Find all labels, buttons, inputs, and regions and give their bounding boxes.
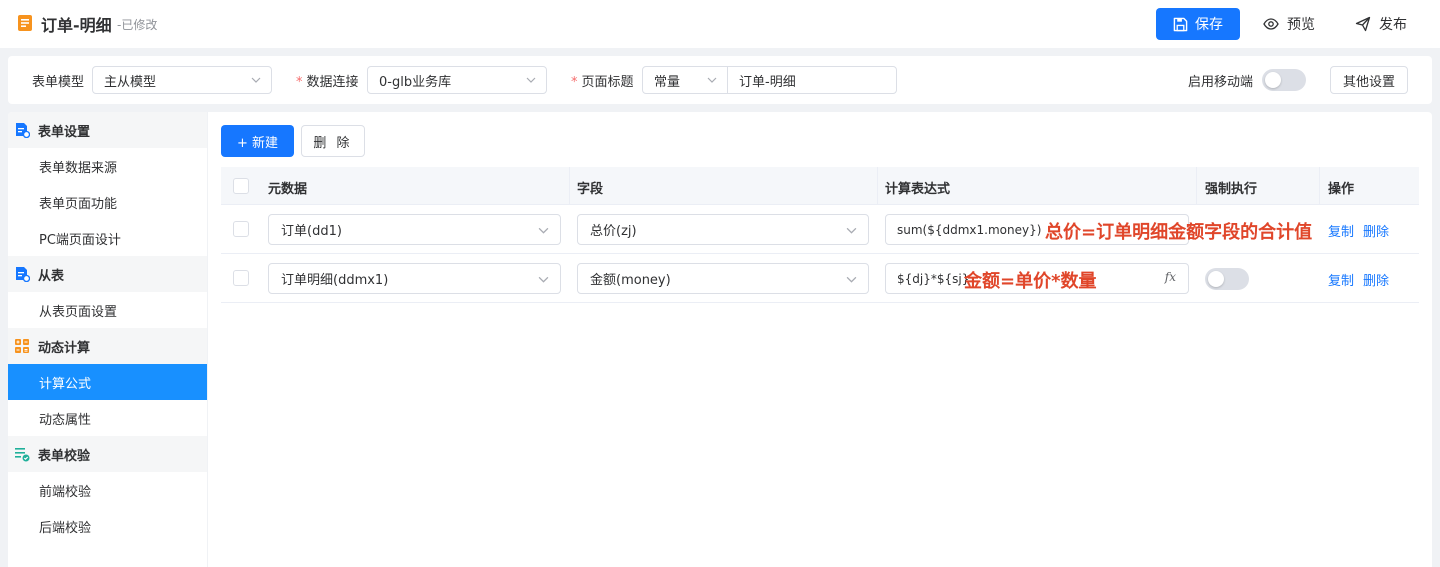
copy-link[interactable]: 复制 xyxy=(1328,221,1354,240)
preview-button[interactable]: 预览 xyxy=(1263,8,1315,40)
form-settings-icon xyxy=(16,123,30,138)
toggle-knob xyxy=(1208,271,1224,287)
page-title: 订单-明细 xyxy=(41,16,112,35)
column-divider xyxy=(877,167,878,205)
chevron-down-icon xyxy=(538,276,549,283)
eye-icon xyxy=(1263,18,1279,30)
sidebar-group-sub-table: 从表 xyxy=(8,256,207,292)
save-icon xyxy=(1173,17,1188,31)
column-divider xyxy=(1196,167,1197,205)
copy-link[interactable]: 复制 xyxy=(1328,270,1354,289)
chevron-down-icon xyxy=(707,77,717,83)
sidebar-item-form-page-function[interactable]: 表单页面功能 xyxy=(8,184,207,220)
delete-button[interactable]: 删 除 xyxy=(301,125,365,157)
annotation-text: 金额=单价*数量 xyxy=(964,271,1097,292)
sidebar-group-form-settings: 表单设置 xyxy=(8,112,207,148)
sidebar-group-dynamic-calc: 动态计算 xyxy=(8,328,207,364)
sidebar-group-label: 从表 xyxy=(38,268,65,284)
sub-table-icon xyxy=(16,267,30,282)
main-panel: + 新建 删 除 元数据 字段 计算表达式 强制执行 操作 订单(dd1) 总价… xyxy=(208,112,1432,567)
column-divider xyxy=(569,167,570,205)
form-model-value: 主从模型 xyxy=(104,74,157,90)
annotation-text: 总价=订单明细金额字段的合计值 xyxy=(1045,222,1313,243)
mobile-toggle[interactable] xyxy=(1262,69,1306,91)
delete-link[interactable]: 删除 xyxy=(1363,270,1389,289)
form-model-select[interactable]: 主从模型 xyxy=(92,66,272,94)
mobile-label: 启用移动端 xyxy=(1188,75,1254,90)
table-header: 元数据 字段 计算表达式 强制执行 操作 xyxy=(221,167,1419,205)
page-title-label: * 页面标题 xyxy=(571,71,634,90)
page-title-input[interactable]: 订单-明细 xyxy=(727,66,897,94)
sidebar-item-sub-table-page[interactable]: 从表页面设置 xyxy=(8,292,207,328)
page-title-type-select[interactable]: 常量 xyxy=(642,66,728,94)
function-icon[interactable]: fx xyxy=(1165,270,1176,284)
page-title-label-text: 页面标题 xyxy=(581,75,634,90)
row-checkbox[interactable] xyxy=(233,221,249,237)
metadata-select[interactable]: 订单明细(ddmx1) xyxy=(268,263,561,294)
metadata-value: 订单(dd1) xyxy=(281,224,342,239)
column-header-force: 强制执行 xyxy=(1205,182,1258,197)
calculator-icon xyxy=(15,339,29,353)
validation-icon xyxy=(15,448,30,462)
metadata-value: 订单明细(ddmx1) xyxy=(281,273,389,288)
config-bar: 表单模型 主从模型 * 数据连接 0-glb业务库 * 页面标题 常量 订单-明细 … xyxy=(8,56,1432,104)
sidebar-item-backend-validation[interactable]: 后端校验 xyxy=(8,508,207,544)
sidebar-item-pc-page-design[interactable]: PC端页面设计 xyxy=(8,220,207,256)
sidebar-group-label: 表单校验 xyxy=(38,448,91,464)
expression-value: ${dj}*${sj} xyxy=(897,271,970,286)
table-row: 订单明细(ddmx1) 金额(money) ${dj}*${sj} fx 金额=… xyxy=(221,254,1419,303)
row-checkbox[interactable] xyxy=(233,270,249,286)
sidebar-item-frontend-validation[interactable]: 前端校验 xyxy=(8,472,207,508)
select-all-checkbox[interactable] xyxy=(233,178,249,194)
expression-value: sum(${ddmx1.money}) xyxy=(897,222,1042,237)
column-divider xyxy=(1319,167,1320,205)
sidebar-group-form-validation: 表单校验 xyxy=(8,436,207,472)
other-settings-button[interactable]: 其他设置 xyxy=(1330,66,1408,94)
required-mark: * xyxy=(296,75,303,90)
send-icon xyxy=(1355,16,1371,32)
page-title-input-value: 订单-明细 xyxy=(739,74,796,90)
document-icon xyxy=(18,15,32,31)
sidebar-group-label: 动态计算 xyxy=(38,340,91,356)
sidebar: 表单设置 表单数据来源 表单页面功能 PC端页面设计 从表 从表页面设置 动态计… xyxy=(8,112,207,567)
required-mark: * xyxy=(571,75,578,90)
force-execute-toggle[interactable] xyxy=(1205,268,1249,290)
data-conn-label-text: 数据连接 xyxy=(306,75,359,90)
chevron-down-icon xyxy=(538,227,549,234)
new-button[interactable]: + 新建 xyxy=(221,125,294,157)
modified-status: -已修改 xyxy=(117,18,158,32)
chevron-down-icon xyxy=(846,227,857,234)
publish-button[interactable]: 发布 xyxy=(1355,8,1407,40)
field-select[interactable]: 金额(money) xyxy=(577,263,869,294)
sidebar-item-form-datasource[interactable]: 表单数据来源 xyxy=(8,148,207,184)
field-value: 金额(money) xyxy=(590,273,671,288)
data-conn-label: * 数据连接 xyxy=(296,71,359,90)
column-header-metadata: 元数据 xyxy=(268,182,308,197)
page-title-type-value: 常量 xyxy=(654,74,681,90)
column-header-field: 字段 xyxy=(577,182,604,197)
sidebar-item-dynamic-attribute[interactable]: 动态属性 xyxy=(8,400,207,436)
field-select[interactable]: 总价(zj) xyxy=(577,214,869,245)
data-conn-select[interactable]: 0-glb业务库 xyxy=(367,66,547,94)
field-value: 总价(zj) xyxy=(590,224,637,239)
publish-label: 发布 xyxy=(1379,17,1407,33)
save-label: 保存 xyxy=(1195,17,1223,33)
table-row: 订单(dd1) 总价(zj) sum(${ddmx1.money}) 总价=订单… xyxy=(221,205,1419,254)
sidebar-item-calc-formula[interactable]: 计算公式 xyxy=(8,364,207,400)
data-conn-value: 0-glb业务库 xyxy=(379,74,452,90)
toggle-knob xyxy=(1265,72,1281,88)
chevron-down-icon xyxy=(251,77,261,83)
form-model-label: 表单模型 xyxy=(32,75,85,90)
chevron-down-icon xyxy=(846,276,857,283)
save-button[interactable]: 保存 xyxy=(1156,8,1240,40)
delete-link[interactable]: 删除 xyxy=(1363,221,1389,240)
chevron-down-icon xyxy=(526,77,536,83)
preview-label: 预览 xyxy=(1287,17,1315,33)
top-header: 订单-明细 -已修改 保存 预览 发布 xyxy=(0,0,1440,48)
column-header-actions: 操作 xyxy=(1328,182,1355,197)
metadata-select[interactable]: 订单(dd1) xyxy=(268,214,561,245)
sidebar-group-label: 表单设置 xyxy=(38,124,91,140)
column-header-expression: 计算表达式 xyxy=(885,182,951,197)
